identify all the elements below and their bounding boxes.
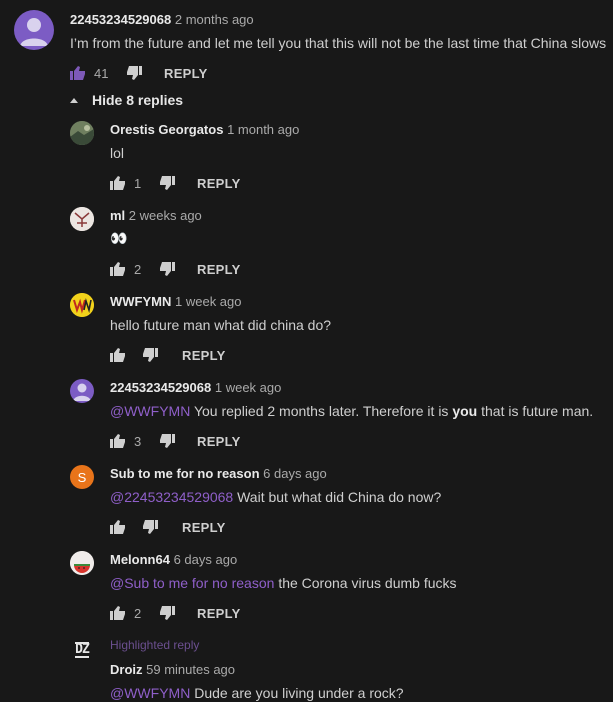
reply-author[interactable]: 22453234529068 [110,380,211,395]
reply-button[interactable]: REPLY [182,348,226,363]
like-count: 1 [134,175,142,191]
reply-text: @Sub to me for no reason the Corona viru… [110,574,457,592]
reply-time[interactable]: 1 week ago [215,380,282,395]
avatar[interactable]: S [70,465,94,489]
reply-text-part: Wait but what did China do now? [237,489,442,505]
reply-text-bold: you [452,403,478,419]
avatar-letter: S [77,469,87,485]
like-icon[interactable] [110,520,126,534]
avatar[interactable] [70,121,94,145]
reply-time[interactable]: 59 minutes ago [146,662,235,677]
like-icon[interactable] [110,348,126,362]
dislike-icon[interactable] [159,176,176,190]
reply-button[interactable]: REPLY [197,606,241,621]
comment-time[interactable]: 2 months ago [175,12,254,27]
like-icon[interactable] [70,66,86,80]
hide-replies-label: Hide 8 replies [92,92,184,108]
reply-author[interactable]: Droiz [110,662,143,677]
avatar[interactable] [70,379,94,403]
mention-link[interactable]: @Sub to me for no reason [110,575,274,591]
dislike-icon[interactable] [142,348,158,362]
reply-text-part: Dude are you living under a rock? [194,685,404,701]
comment-text: I’m from the future and let me tell you … [70,35,607,51]
dislike-icon[interactable] [159,434,176,448]
avatar-text: DZ [75,642,90,658]
user-silhouette-icon [73,383,91,401]
comment-thread: 22453234529068 2 months ago I’m from the… [0,0,613,702]
reply-text: lol [110,145,125,161]
mention-link[interactable]: @WWFYMN [110,685,190,701]
like-count: 41 [94,65,109,81]
like-icon[interactable] [110,606,126,620]
reply-button[interactable]: REPLY [164,66,208,81]
reply-button[interactable]: REPLY [197,434,241,449]
avatar[interactable]: DZ [70,640,94,660]
reply-time[interactable]: 1 week ago [175,294,242,309]
reply-time[interactable]: 1 month ago [227,122,299,137]
reply-button[interactable]: REPLY [182,520,226,535]
like-icon[interactable] [110,262,126,276]
reply-text: 👀 [110,231,128,247]
avatar[interactable] [70,207,94,231]
reply-text: @22453234529068 Wait but what did China … [110,488,441,506]
like-count: 3 [134,433,142,449]
mention-link[interactable]: @WWFYMN [110,403,190,419]
chevron-up-icon [70,97,78,103]
like-icon[interactable] [110,434,126,448]
comment-author[interactable]: 22453234529068 [70,12,171,27]
reply-text-part: the Corona virus dumb fucks [278,575,457,591]
avatar[interactable] [70,293,94,317]
mention-link[interactable]: @22453234529068 [110,489,233,505]
avatar[interactable] [14,10,54,50]
reply-author[interactable]: WWFYMN [110,294,171,309]
logo-avatar-icon [70,293,94,317]
reply-button[interactable]: REPLY [197,262,241,277]
reply-button[interactable]: REPLY [197,176,241,191]
reply-author[interactable]: Melonn64 [110,552,170,567]
reply-time[interactable]: 2 weeks ago [129,208,202,223]
dislike-icon[interactable] [126,66,143,80]
reply-text: @WWFYMN You replied 2 months later. Ther… [110,402,593,420]
user-silhouette-icon [20,18,48,46]
reply-text: @WWFYMN Dude are you living under a rock… [110,684,404,702]
dislike-icon[interactable] [142,520,158,534]
like-count: 2 [134,261,142,277]
like-count: 2 [134,605,142,621]
hide-replies-toggle[interactable]: Hide 8 replies [70,92,183,108]
dislike-icon[interactable] [159,262,176,276]
dislike-icon[interactable] [159,606,176,620]
avatar[interactable] [70,551,94,575]
reply-author[interactable]: Sub to me for no reason [110,466,260,481]
drawing-avatar-icon [70,207,94,231]
reply-text-part: that is future man. [477,403,594,419]
like-icon[interactable] [110,176,126,190]
reply-author[interactable]: Orestis Georgatos [110,122,223,137]
melon-avatar-icon [70,551,94,575]
photo-avatar-icon [70,121,94,145]
reply-text: hello future man what did china do? [110,317,332,333]
highlighted-reply-label: Highlighted reply [110,638,200,652]
reply-time[interactable]: 6 days ago [174,552,238,567]
reply-author[interactable]: ml [110,208,125,223]
reply-text-part: You replied 2 months later. Therefore it… [193,403,453,419]
reply-time[interactable]: 6 days ago [263,466,327,481]
